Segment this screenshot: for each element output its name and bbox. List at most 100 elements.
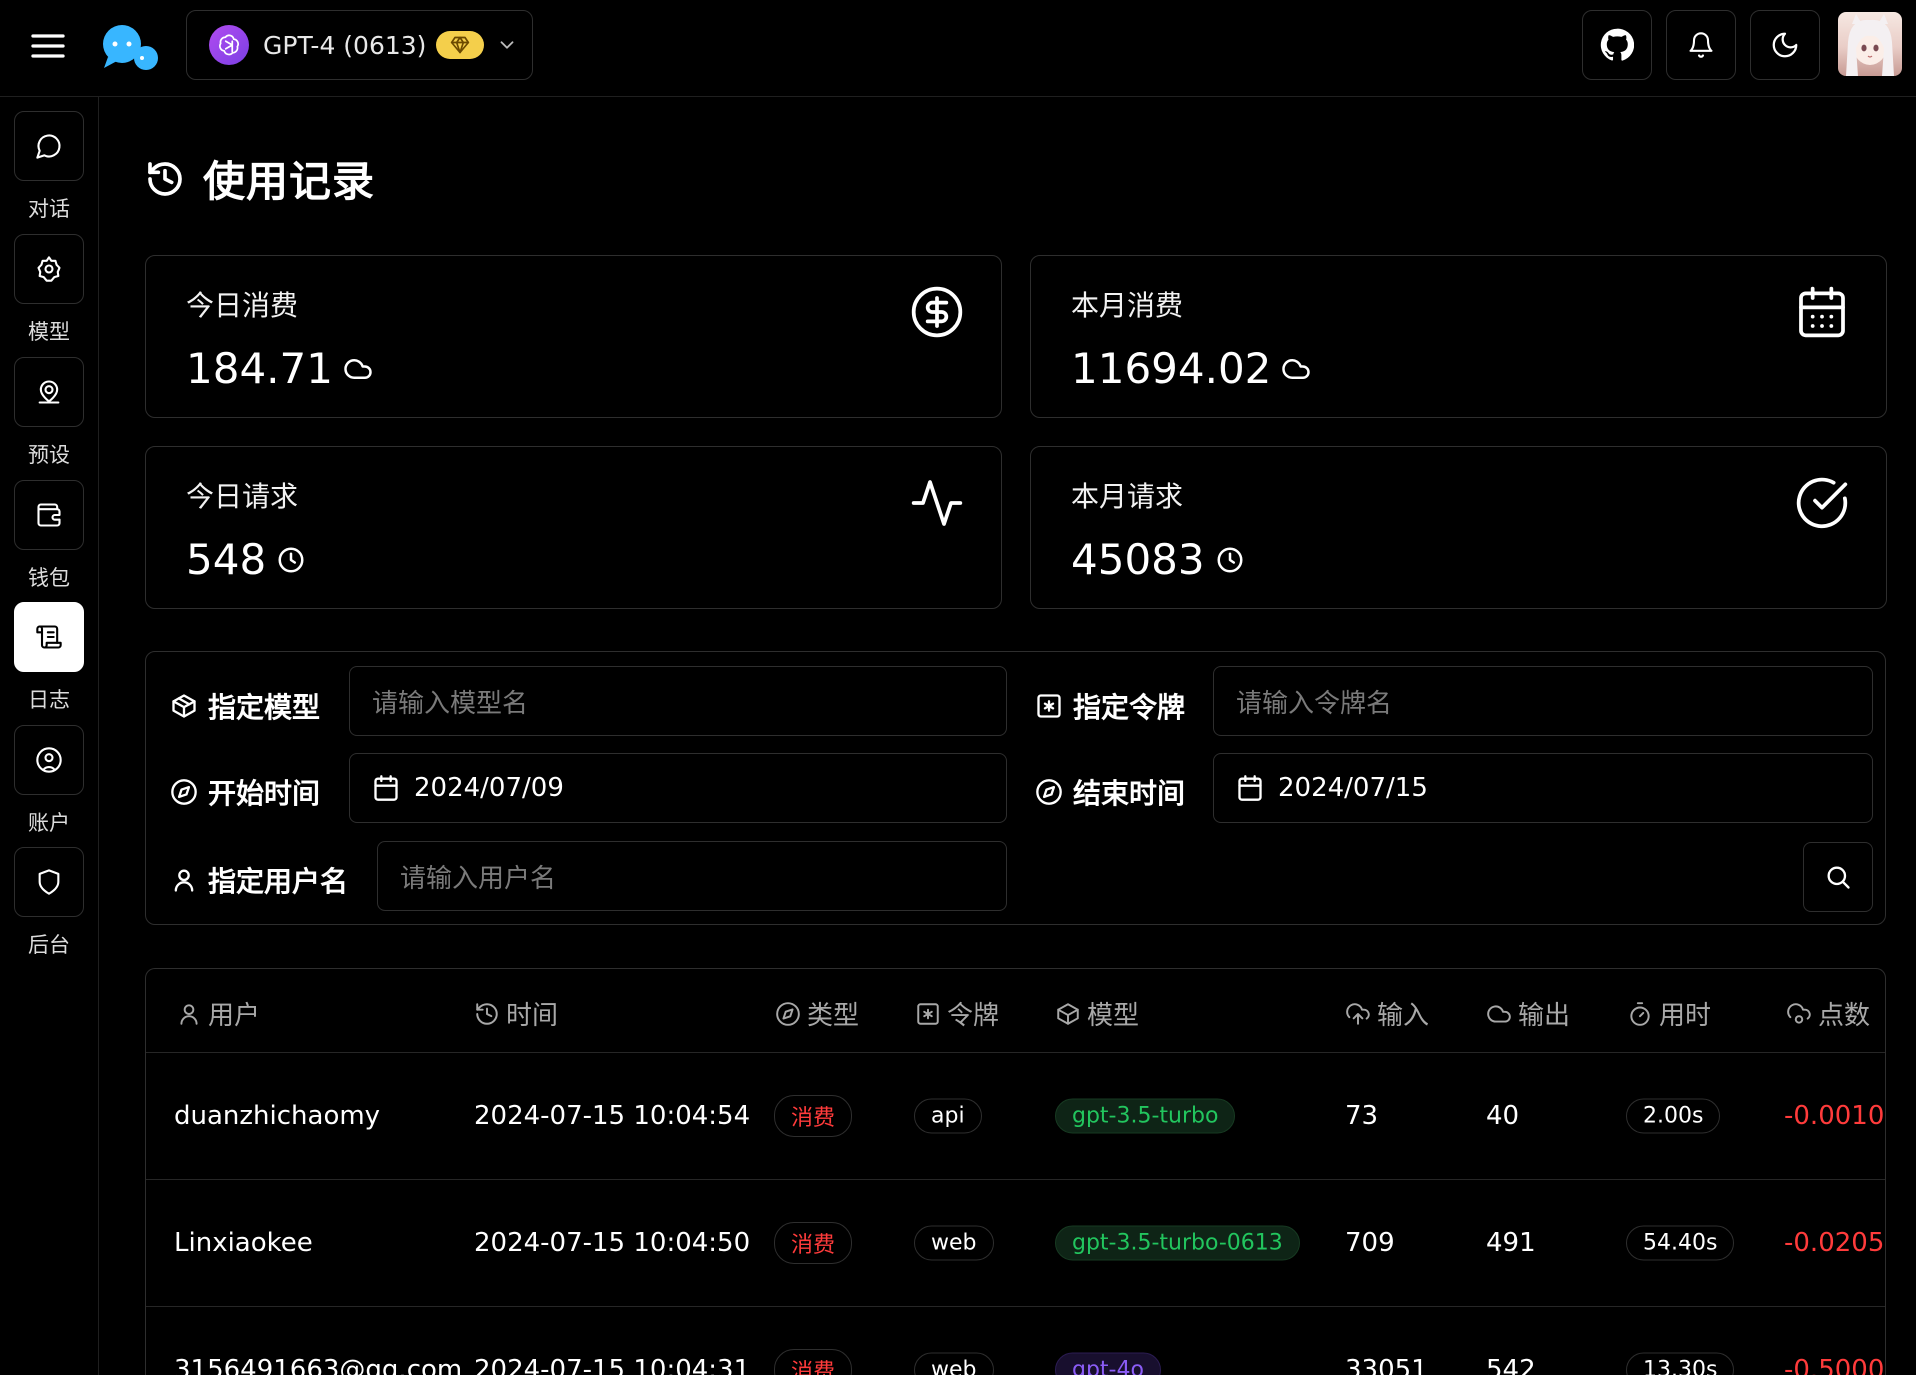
app-logo[interactable] — [100, 24, 162, 74]
avatar[interactable] — [1838, 12, 1902, 76]
menu-icon[interactable] — [28, 26, 68, 66]
sidebar-item-label: 后台 — [28, 933, 70, 957]
nav-button[interactable] — [14, 234, 84, 304]
model-selector[interactable]: GPT-4 (0613) — [186, 10, 533, 80]
column-label: 令牌 — [947, 1001, 1000, 1031]
nav-button[interactable] — [14, 602, 84, 672]
column-label: 用户 — [208, 1001, 261, 1031]
cell-output: 40 — [1486, 1101, 1520, 1131]
cell-token-badge: api — [914, 1098, 982, 1134]
column-label: 模型 — [1087, 1001, 1140, 1031]
nav-button[interactable] — [14, 725, 84, 795]
cell-user: Linxiaokee — [174, 1228, 313, 1258]
start-date-value: 2024/07/09 — [414, 773, 564, 803]
sidebar-item-account[interactable]: 账户 — [14, 725, 84, 837]
sidebar-item-chat[interactable]: 对话 — [14, 111, 84, 223]
sidebar-item-label: 对话 — [28, 197, 70, 221]
filter-end-label: 结束时间 — [1035, 772, 1185, 812]
nav-button[interactable] — [14, 357, 84, 427]
chevron-down-icon — [496, 34, 518, 56]
notifications-button[interactable] — [1666, 10, 1736, 80]
sidebar-item-model[interactable]: 模型 — [14, 234, 84, 346]
token-name-input[interactable]: 请输入令牌名 — [1213, 666, 1873, 736]
table-row[interactable]: Linxiaokee 2024-07-15 10:04:50 消费 web gp… — [146, 1180, 1885, 1307]
table-row[interactable]: duanzhichaomy 2024-07-15 10:04:54 消费 api… — [146, 1053, 1885, 1180]
cell-time: 2024-07-15 10:04:54 — [474, 1101, 751, 1131]
stat-card-month-requests: 本月请求 45083 — [1030, 446, 1887, 609]
end-date-input[interactable]: 2024/07/15 — [1213, 753, 1873, 823]
stat-label: 今日消费 — [186, 289, 299, 322]
nav-button[interactable] — [14, 111, 84, 181]
preset-icon — [38, 380, 60, 404]
github-icon — [1600, 28, 1634, 61]
sidebar-item-admin[interactable]: 后台 — [14, 847, 84, 959]
page-title-text: 使用记录 — [203, 157, 376, 206]
nav-button[interactable] — [14, 480, 84, 550]
chat-icon — [36, 134, 61, 159]
stat-value-text: 184.71 — [186, 344, 333, 393]
filter-start-label: 开始时间 — [170, 772, 320, 812]
stat-value: 45083 — [1071, 535, 1245, 584]
column-header-model[interactable]: 模型 — [1055, 995, 1139, 1032]
column-header-time[interactable]: 时间 — [474, 995, 558, 1032]
cell-type-badge: 消费 — [774, 1095, 853, 1137]
cloud-upload-icon — [1345, 1001, 1371, 1027]
cell-duration-badge: 13.30s — [1626, 1352, 1735, 1375]
user-icon — [170, 866, 198, 894]
cell-points: -0.5000 — [1784, 1355, 1885, 1375]
cell-type-badge: 消费 — [774, 1349, 853, 1375]
username-input[interactable]: 请输入用户名 — [377, 841, 1007, 911]
column-header-duration[interactable]: 用时 — [1627, 995, 1711, 1032]
user-icon — [176, 1001, 202, 1027]
sidebar-item-log[interactable]: 日志 — [14, 602, 84, 714]
sidebar-item-label: 钱包 — [28, 566, 70, 590]
column-header-user[interactable]: 用户 — [176, 995, 260, 1032]
search-icon — [1827, 866, 1850, 889]
table-row[interactable]: 3156491663@qq.com 2024-07-15 10:04:31 消费… — [146, 1307, 1885, 1375]
stat-card-month-spend: 本月消费 11694.02 — [1030, 255, 1887, 418]
sidebar-item-label: 模型 — [28, 320, 70, 344]
start-date-input[interactable]: 2024/07/09 — [349, 753, 1007, 823]
stat-card-today-requests: 今日请求 548 — [145, 446, 1002, 609]
column-header-input[interactable]: 输入 — [1345, 995, 1429, 1032]
cloud-icon — [343, 354, 373, 384]
cell-output: 542 — [1486, 1355, 1536, 1375]
log-icon — [36, 625, 62, 649]
stat-value-text: 548 — [186, 535, 267, 584]
model-name: GPT-4 (0613) — [263, 30, 427, 60]
sidebar-item-wallet[interactable]: 钱包 — [14, 480, 84, 592]
end-date-value: 2024/07/15 — [1278, 773, 1428, 803]
cell-duration-badge: 2.00s — [1626, 1098, 1721, 1134]
column-header-token[interactable]: 令牌 — [915, 995, 999, 1032]
theme-toggle-button[interactable] — [1750, 10, 1820, 80]
stat-value-text: 45083 — [1071, 535, 1205, 584]
compass-icon — [775, 1001, 801, 1027]
sidebar-item-preset[interactable]: 预设 — [14, 357, 84, 469]
column-label: 时间 — [506, 1001, 559, 1031]
github-button[interactable] — [1582, 10, 1652, 80]
column-label: 类型 — [807, 1001, 860, 1031]
filter-label-text: 开始时间 — [208, 777, 321, 810]
model-name-input[interactable]: 请输入模型名 — [349, 666, 1007, 736]
package-icon — [1055, 1001, 1081, 1027]
stat-value-text: 11694.02 — [1071, 344, 1272, 393]
package-icon — [170, 692, 198, 720]
column-header-output[interactable]: 输出 — [1486, 995, 1570, 1032]
bell-icon — [1689, 32, 1713, 58]
cell-model-badge: gpt-3.5-turbo — [1055, 1098, 1236, 1134]
admin-shield-icon — [38, 869, 60, 895]
dollar-circle-icon — [909, 284, 965, 340]
sidebar: 对话 模型 预设 钱包 日志 账户 后台 — [0, 97, 99, 1375]
column-header-points[interactable]: 点数 — [1786, 995, 1870, 1032]
compass-icon — [1035, 778, 1063, 806]
cell-user: duanzhichaomy — [174, 1101, 381, 1131]
nav-button[interactable] — [14, 847, 84, 917]
search-button[interactable] — [1803, 842, 1873, 912]
history-icon — [474, 1001, 500, 1027]
compass-icon — [170, 778, 198, 806]
column-header-type[interactable]: 类型 — [775, 995, 859, 1032]
cloud-icon — [1486, 1001, 1512, 1027]
top-bar: GPT-4 (0613) — [0, 0, 1916, 97]
token-icon — [1035, 692, 1063, 720]
filter-label-text: 结束时间 — [1073, 777, 1186, 810]
